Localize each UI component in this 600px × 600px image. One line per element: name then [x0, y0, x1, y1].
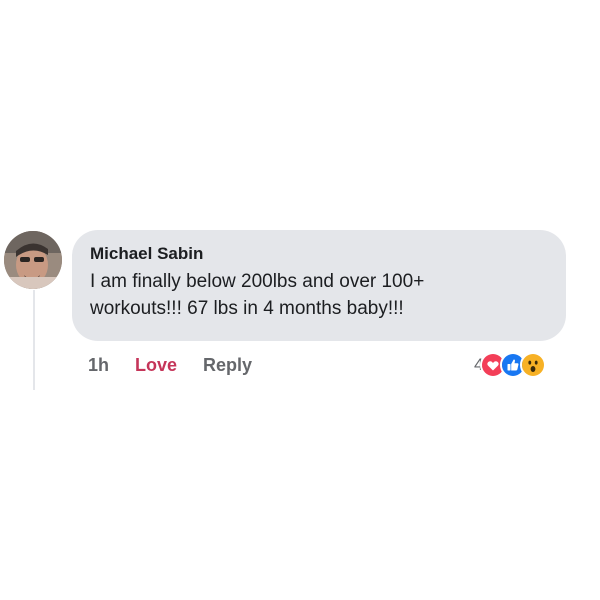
avatar-photo: [4, 231, 62, 289]
author-name[interactable]: Michael Sabin: [90, 243, 550, 265]
reaction-summary[interactable]: 4: [474, 352, 547, 378]
comment-bubble: Michael Sabin I am finally below 200lbs …: [72, 230, 566, 341]
wow-icon: [520, 352, 547, 378]
reply-button[interactable]: Reply: [203, 355, 252, 376]
comment-thread: Michael Sabin I am finally below 200lbs …: [0, 0, 600, 600]
thread-line: [33, 290, 35, 390]
love-button[interactable]: Love: [135, 355, 177, 376]
comment-text: I am finally below 200lbs and over 100+ …: [90, 271, 425, 319]
comment-actions: 1h Love Reply: [88, 352, 252, 378]
avatar[interactable]: [4, 231, 62, 289]
timestamp[interactable]: 1h: [88, 355, 109, 376]
